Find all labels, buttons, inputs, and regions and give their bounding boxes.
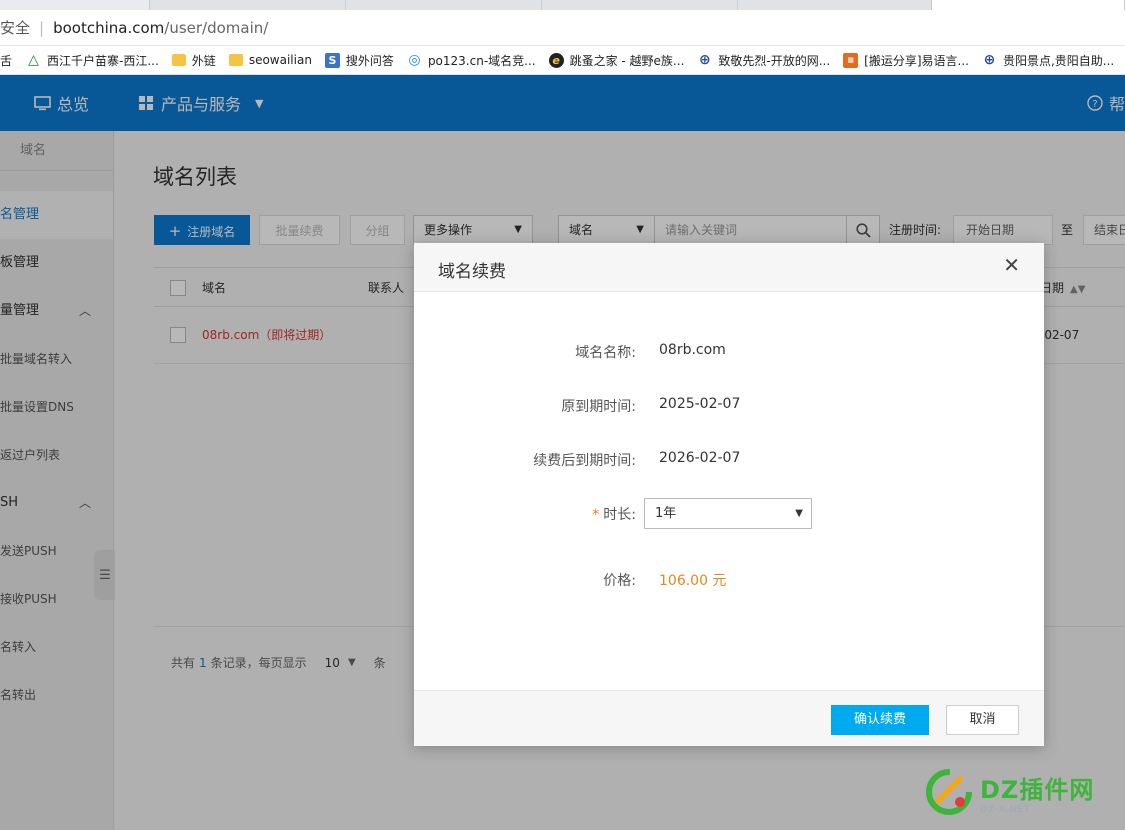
browser-tab[interactable] xyxy=(738,0,932,10)
browser-tab[interactable] xyxy=(346,0,542,10)
duration-select[interactable]: 1年 ▼ xyxy=(644,498,812,529)
folder-icon xyxy=(171,54,186,66)
secure-label: 安全 xyxy=(0,19,31,37)
bookmark-item[interactable]: △ 西江千户苗寨-西江... xyxy=(26,52,159,69)
field-label: * 时长: xyxy=(592,504,636,524)
price-value: 106.00 元 xyxy=(659,573,727,589)
bookmark-label: 搜外问答 xyxy=(345,53,394,68)
badge-icon: ▦ xyxy=(843,52,859,68)
bookmark-item[interactable]: seowailian xyxy=(228,53,312,67)
bookmark-item[interactable]: 外链 xyxy=(171,52,216,69)
bookmarks-bar: 舌 △ 西江千户苗寨-西江... 外链 seowailian S 搜外问答 ◎ po1… xyxy=(0,46,1125,75)
confirm-renew-button[interactable]: 确认续费 xyxy=(831,705,929,735)
folder-icon xyxy=(228,54,243,66)
globe-icon: ⊕ xyxy=(699,52,711,68)
url-text[interactable]: bootchina.com/user/domain/ xyxy=(53,19,268,37)
browser-tab[interactable] xyxy=(542,0,738,10)
bookmark-label: seowailian xyxy=(248,53,312,67)
field-value: 08rb.com xyxy=(659,342,726,358)
bookmark-label: 西江千户苗寨-西江... xyxy=(47,53,159,68)
browser-tab[interactable] xyxy=(0,0,150,10)
cancel-button[interactable]: 取消 xyxy=(946,705,1019,735)
field-label: 域名名称: xyxy=(575,345,636,361)
field-new-expire: 续费后到期时间: 2026-02-07 xyxy=(414,450,1044,470)
modal-header: 域名续费 ✕ xyxy=(414,243,1044,292)
watermark-sub: DZ-X.NET xyxy=(980,804,1031,815)
address-separator: | xyxy=(39,18,45,37)
bookmark-label: 外链 xyxy=(191,53,216,68)
modal-title: 域名续费 xyxy=(438,262,506,282)
field-domain-name: 域名名称: 08rb.com xyxy=(414,342,1044,362)
address-bar[interactable]: 安全 | bootchina.com/user/domain/ xyxy=(0,10,1125,46)
field-value: 2025-02-07 xyxy=(659,396,741,412)
watermark: DZ插件网 DZ-X.NET xyxy=(924,762,1114,822)
bookmark-label: 致敬先烈-开放的网... xyxy=(718,53,831,68)
field-label: 原到期时间: xyxy=(561,399,636,415)
bookmark-label: 跳蚤之家 - 越野e族... xyxy=(569,53,685,68)
e-icon: e xyxy=(548,52,564,68)
bookmark-label: [搬运分享]易语言... xyxy=(864,53,969,68)
bookmark-item[interactable]: ▦ [搬运分享]易语言... xyxy=(843,52,969,69)
browser-tab-active[interactable] xyxy=(932,0,1125,10)
watermark-main: DZ插件网 xyxy=(980,775,1095,804)
bookmark-partial[interactable]: 舌 xyxy=(0,52,12,69)
browser-tab[interactable] xyxy=(150,0,346,10)
bookmark-label: 贵阳景点,贵阳自助... xyxy=(1002,53,1115,68)
field-label: 价格: xyxy=(603,573,636,589)
bookmark-item[interactable]: ⊕ 致敬先烈-开放的网... xyxy=(697,52,830,69)
globe-icon: ⊕ xyxy=(983,52,996,68)
field-orig-expire: 原到期时间: 2025-02-07 xyxy=(414,396,1044,416)
renew-modal: 域名续费 ✕ 域名名称: 08rb.com 原到期时间: 2025-02-07 … xyxy=(414,243,1044,746)
duration-label: 时长: xyxy=(603,507,636,523)
watermark-text: DZ插件网 DZ-X.NET xyxy=(980,770,1094,815)
bookmark-item[interactable]: ◎ po123.cn-域名竞... xyxy=(407,52,536,69)
field-price: 价格: 106.00 元 xyxy=(414,570,1044,590)
bookmark-item[interactable]: ⊕ 贵阳景点,贵阳自助... xyxy=(982,52,1115,69)
duration-value: 1年 xyxy=(655,506,677,521)
url-path: /user/domain/ xyxy=(164,18,269,37)
dz-logo-icon xyxy=(926,769,972,815)
field-value: 2026-02-07 xyxy=(659,450,741,466)
field-label: 续费后到期时间: xyxy=(533,453,636,469)
modal-footer: 确认续费 取消 xyxy=(414,690,1044,746)
bookmark-item[interactable]: e 跳蚤之家 - 越野e族... xyxy=(548,52,685,69)
close-icon[interactable]: ✕ xyxy=(1003,255,1020,275)
s-icon: S xyxy=(324,52,340,68)
tree-icon: △ xyxy=(28,52,39,68)
required-mark: * xyxy=(592,507,600,523)
bookmark-label: po123.cn-域名竞... xyxy=(427,53,536,68)
bookmark-item[interactable]: S 搜外问答 xyxy=(324,52,394,69)
bookmark-label: 舌 xyxy=(0,53,13,68)
browser-tab-strip xyxy=(0,0,1125,10)
url-host: bootchina.com xyxy=(53,18,165,37)
caret-down-icon: ▼ xyxy=(795,508,803,519)
swirl-icon: ◎ xyxy=(408,52,421,68)
